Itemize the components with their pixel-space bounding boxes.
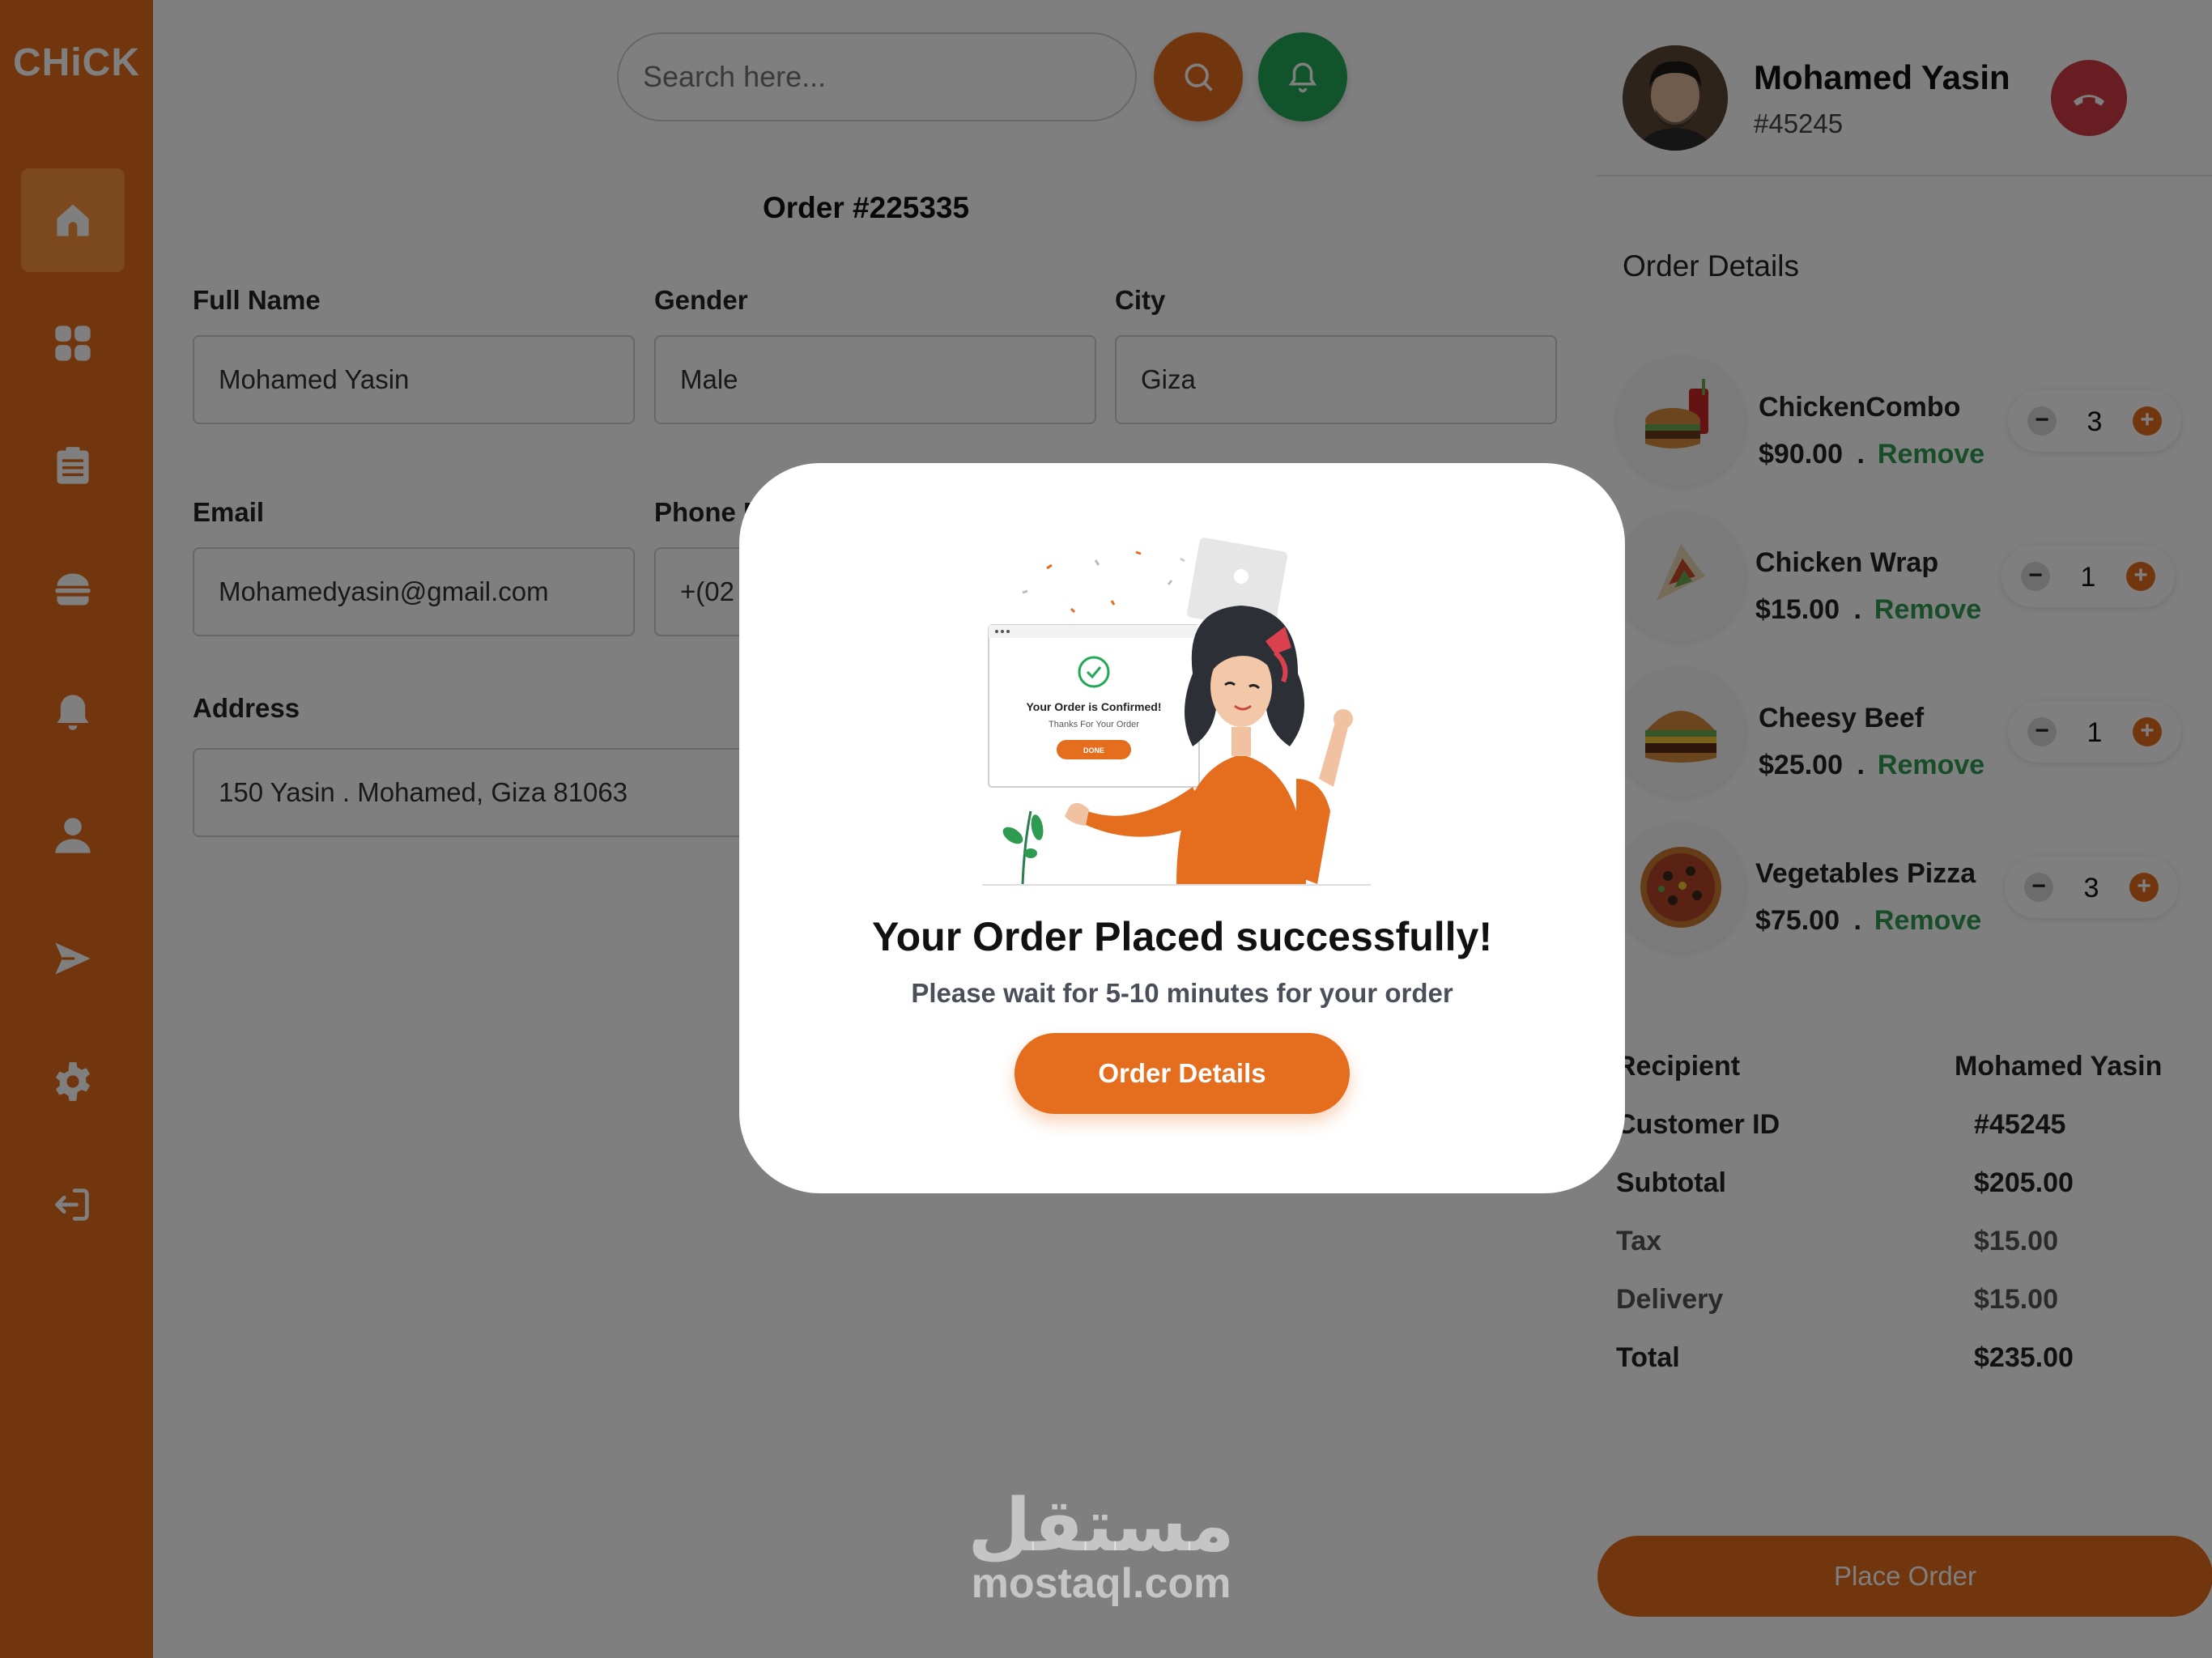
success-modal: Your Order is Confirmed! Thanks For Your…	[739, 463, 1625, 1193]
watermark: مستقل mostaql.com	[939, 1490, 1263, 1608]
watermark-arabic: مستقل	[968, 1483, 1235, 1568]
modal-title: Your Order Placed successfully!	[871, 914, 1493, 959]
order-confirmed-illustration: Your Order is Confirmed! Thanks For Your…	[982, 538, 1371, 886]
illustration-card-title: Your Order is Confirmed!	[1027, 700, 1162, 713]
illustration-card-button: DONE	[1083, 746, 1104, 755]
modal-subtitle: Please wait for 5-10 minutes for your or…	[911, 978, 1453, 1008]
order-details-button[interactable]: Order Details	[1015, 1033, 1350, 1114]
watermark-latin: mostaql.com	[971, 1560, 1231, 1607]
illustration-card-subtitle: Thanks For Your Order	[1049, 720, 1139, 729]
